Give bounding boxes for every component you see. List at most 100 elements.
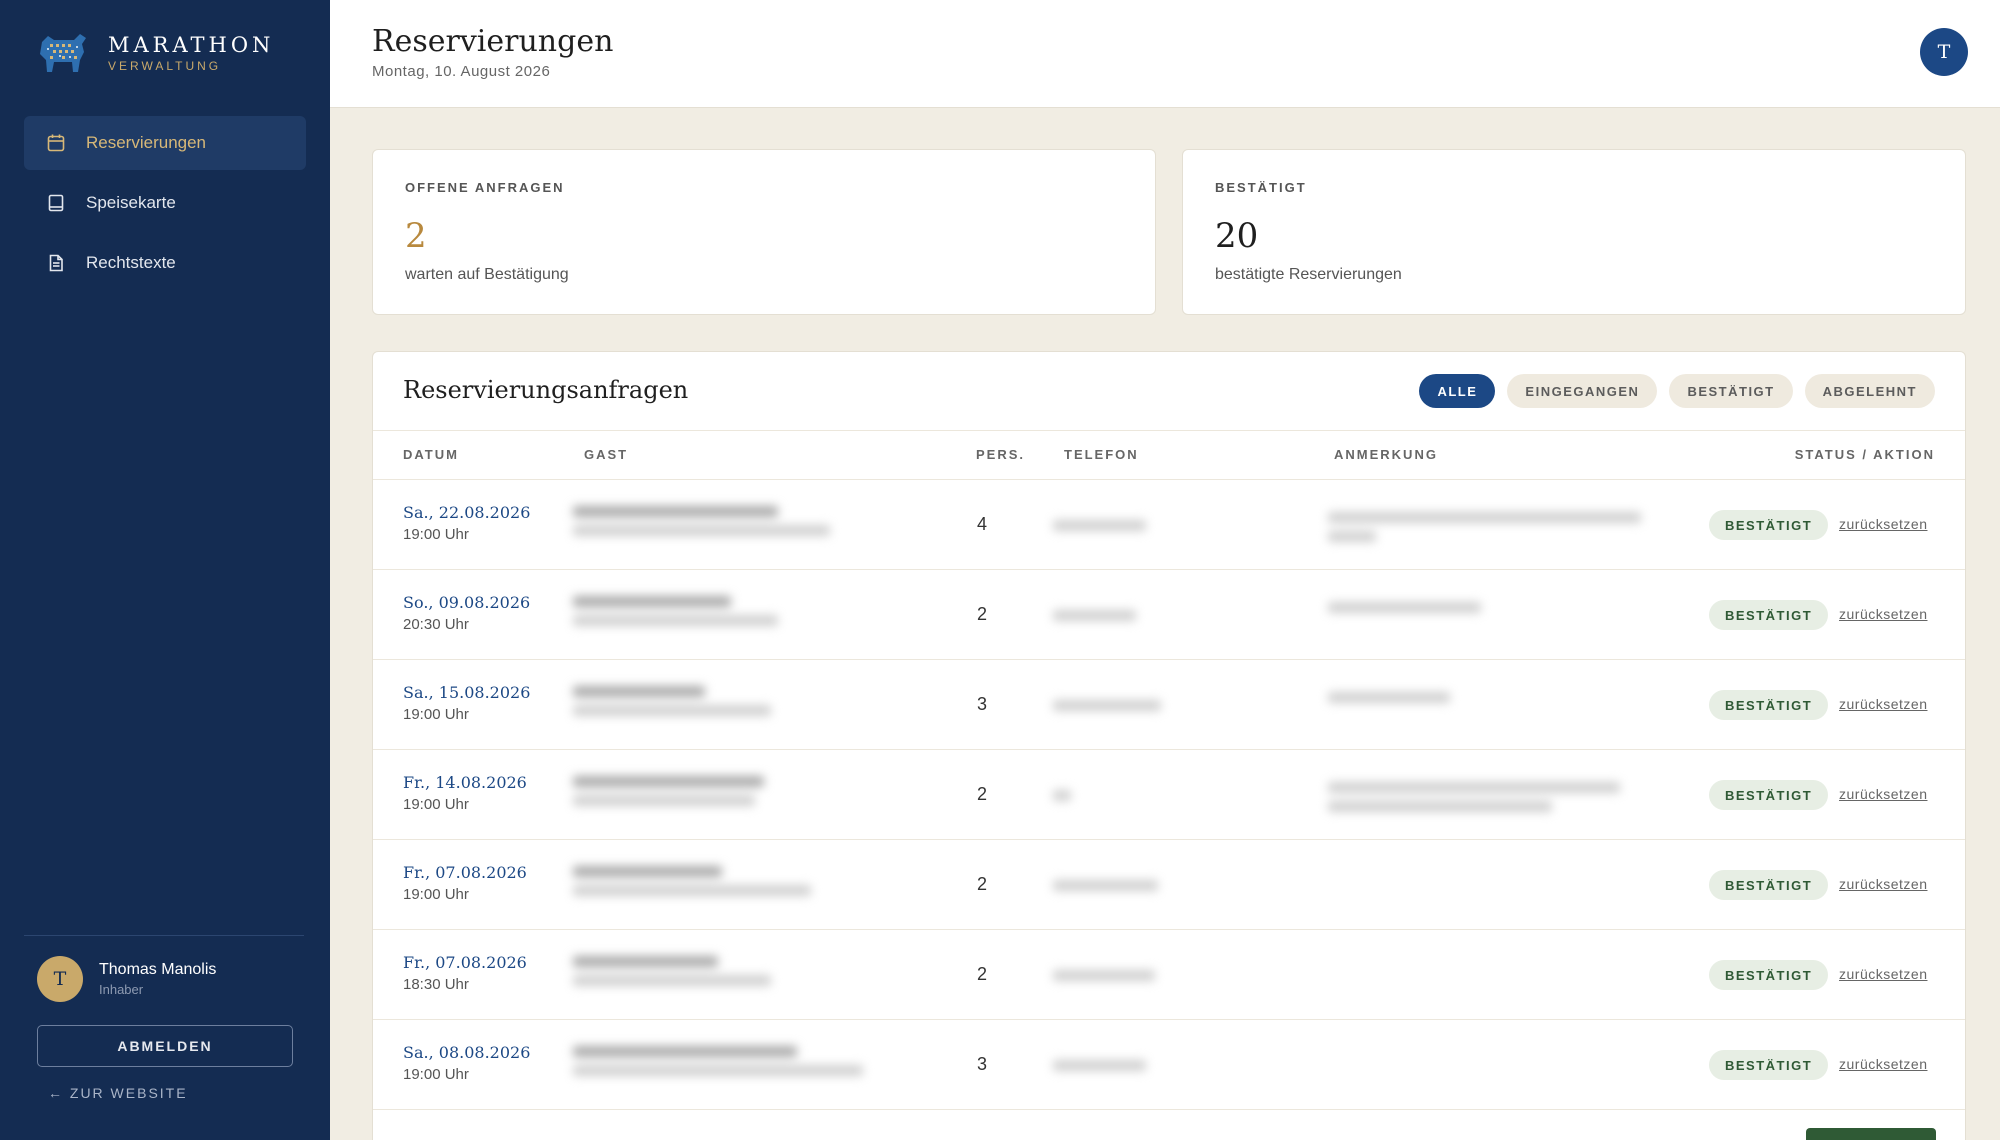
persons-count: 2 — [977, 964, 988, 984]
brand-name: MARATHON — [108, 33, 275, 57]
reservation-date-cell: Sa., 15.08.2026 19:00 Uhr — [403, 682, 530, 726]
column-header-date: DATUM — [403, 447, 459, 462]
column-header-phone: TELEFON — [1064, 447, 1139, 462]
sidebar-item-rechtstexte[interactable]: Rechtstexte — [24, 236, 306, 290]
note-redacted — [1328, 684, 1668, 730]
sidebar-item-label: Speisekarte — [86, 193, 176, 212]
filter-received[interactable]: EINGEGANGEN — [1507, 374, 1658, 408]
guest-redacted — [573, 498, 903, 554]
reservation-time: 19:00 Uhr — [403, 796, 469, 813]
sidebar-divider — [24, 935, 304, 936]
brand[interactable]: MARATHON VERWALTUNG — [34, 30, 274, 76]
phone-redacted — [1053, 962, 1203, 990]
persons-count: 4 — [977, 514, 988, 534]
table-row: Sa., 08.08.2026 19:00 Uhr 3 BESTÄTIGT zurück… — [373, 1020, 1965, 1110]
reset-link[interactable]: zurücksetzen — [1839, 516, 1927, 532]
note-redacted — [1328, 954, 1668, 1000]
reservation-date-cell: Sa., 22.08.2026 19:00 Uhr — [403, 502, 530, 546]
calendar-icon — [46, 133, 66, 153]
reset-link[interactable]: zurücksetzen — [1839, 876, 1927, 892]
note-redacted — [1328, 504, 1668, 550]
sidebar-item-speisekarte[interactable]: Speisekarte — [24, 176, 306, 230]
document-icon — [46, 253, 66, 273]
phone-redacted — [1053, 872, 1203, 900]
guest-redacted — [573, 678, 903, 734]
filter-confirmed[interactable]: BESTÄTIGT — [1669, 374, 1793, 408]
user-profile: T Thomas Manolis Inhaber — [37, 956, 216, 1002]
reservation-date: Fr., 07.08.2026 — [403, 953, 527, 972]
reservation-date-cell: Fr., 07.08.2026 18:30 Uhr — [403, 952, 527, 996]
brand-subtitle: VERWALTUNG — [108, 59, 222, 73]
header-avatar[interactable]: T — [1920, 28, 1968, 76]
status-badge: BESTÄTIGT — [1709, 690, 1829, 720]
stat-subtext: warten auf Bestätigung — [405, 266, 569, 283]
status-filters: ALLE EINGEGANGEN BESTÄTIGT ABGELEHNT — [1419, 374, 1935, 408]
primary-action-button[interactable] — [1806, 1128, 1936, 1140]
guest-redacted — [573, 948, 903, 1004]
reset-link[interactable]: zurücksetzen — [1839, 606, 1927, 622]
reservation-date-cell: Fr., 07.08.2026 19:00 Uhr — [403, 862, 527, 906]
reservation-date: Fr., 07.08.2026 — [403, 863, 527, 882]
sidebar-item-reservierungen[interactable]: Reservierungen — [24, 116, 306, 170]
column-header-persons: PERS. — [976, 447, 1026, 462]
guest-redacted — [573, 588, 903, 644]
sidebar: MARATHON VERWALTUNG Reservierungen Speis… — [0, 0, 330, 1140]
guest-redacted — [573, 858, 903, 914]
stat-label: BESTÄTIGT — [1215, 180, 1307, 195]
user-avatar: T — [37, 956, 83, 1002]
reservation-time: 18:30 Uhr — [403, 976, 469, 993]
persons-count: 3 — [977, 1054, 988, 1074]
persons-count: 2 — [977, 874, 988, 894]
reservation-date: Sa., 22.08.2026 — [403, 503, 531, 522]
table-row: Fr., 07.08.2026 18:30 Uhr 2 BESTÄTIGT zurück… — [373, 930, 1965, 1020]
table-row: So., 09.08.2026 20:30 Uhr 2 BESTÄTIGT zurück… — [373, 570, 1965, 660]
reservation-date: Sa., 15.08.2026 — [403, 683, 531, 702]
stat-subtext: bestätigte Reservierungen — [1215, 266, 1402, 283]
note-redacted — [1328, 594, 1668, 640]
reservation-requests-panel: Reservierungsanfragen ALLE EINGEGANGEN B… — [372, 351, 1966, 1140]
reservation-time: 19:00 Uhr — [403, 526, 469, 543]
stat-label: OFFENE ANFRAGEN — [405, 180, 565, 195]
stat-card-confirmed: BESTÄTIGT 20 bestätigte Reservierungen — [1182, 149, 1966, 315]
phone-redacted — [1053, 782, 1203, 810]
reservation-time: 20:30 Uhr — [403, 616, 469, 633]
back-to-website-link[interactable]: ← ZUR WEBSITE — [48, 1085, 188, 1101]
status-badge: BESTÄTIGT — [1709, 600, 1829, 630]
filter-all[interactable]: ALLE — [1419, 374, 1496, 408]
reservation-date: So., 09.08.2026 — [403, 593, 531, 612]
bull-logo-icon — [40, 34, 86, 72]
reservation-date-cell: So., 09.08.2026 20:30 Uhr — [403, 592, 530, 636]
book-icon — [46, 193, 66, 213]
status-badge: BESTÄTIGT — [1709, 960, 1829, 990]
stat-value: 2 — [405, 216, 427, 256]
reset-link[interactable]: zurücksetzen — [1839, 786, 1927, 802]
note-redacted — [1328, 864, 1668, 910]
persons-count: 2 — [977, 604, 988, 624]
stat-card-open-requests: OFFENE ANFRAGEN 2 warten auf Bestätigung — [372, 149, 1156, 315]
reservation-time: 19:00 Uhr — [403, 706, 469, 723]
phone-redacted — [1053, 602, 1203, 630]
note-redacted — [1328, 774, 1668, 820]
note-redacted — [1328, 1044, 1668, 1090]
reset-link[interactable]: zurücksetzen — [1839, 966, 1927, 982]
reservation-time: 19:00 Uhr — [403, 886, 469, 903]
guest-redacted — [573, 1038, 903, 1094]
logout-button[interactable]: ABMELDEN — [37, 1025, 293, 1067]
sidebar-item-label: Reservierungen — [86, 133, 207, 152]
reservation-date: Fr., 14.08.2026 — [403, 773, 527, 792]
phone-redacted — [1053, 512, 1203, 540]
reservation-date: Sa., 08.08.2026 — [403, 1043, 531, 1062]
user-role: Inhaber — [99, 982, 144, 997]
table-row: Fr., 14.08.2026 19:00 Uhr 2 BESTÄTIGT zurück… — [373, 750, 1965, 840]
column-header-guest: GAST — [584, 447, 629, 462]
column-header-note: ANMERKUNG — [1334, 447, 1438, 462]
reset-link[interactable]: zurücksetzen — [1839, 1056, 1927, 1072]
status-badge: BESTÄTIGT — [1709, 1050, 1829, 1080]
table-body: Sa., 22.08.2026 19:00 Uhr 4 BESTÄTIGT zurück… — [373, 480, 1965, 1110]
page-header: Reservierungen Montag, 10. August 2026 T — [330, 0, 2000, 108]
reset-link[interactable]: zurücksetzen — [1839, 696, 1927, 712]
reservation-date-cell: Sa., 08.08.2026 19:00 Uhr — [403, 1042, 530, 1086]
filter-rejected[interactable]: ABGELEHNT — [1804, 374, 1935, 408]
page-title: Reservierungen — [372, 24, 614, 59]
user-name: Thomas Manolis — [99, 961, 217, 978]
